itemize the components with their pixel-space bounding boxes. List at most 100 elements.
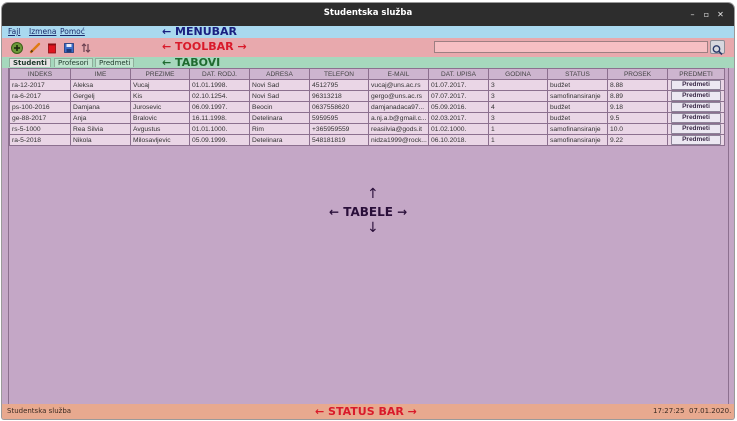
table-cell: 8.89 xyxy=(607,90,668,102)
table-cell: Milosavljevic xyxy=(130,134,190,146)
table-cell: 01.07.2017. xyxy=(428,79,489,91)
table-cell: 4512795 xyxy=(309,79,369,91)
predmeti-button[interactable]: Predmeti xyxy=(671,80,721,90)
table-cell: ra-5-2018 xyxy=(9,134,71,146)
table-cell: Rea Silvia xyxy=(70,123,131,135)
table-cell: samofinansiranje xyxy=(547,90,608,102)
table-cell: samofinansiranje xyxy=(547,123,608,135)
table-cell: Predmeti xyxy=(667,123,725,135)
table-cell: 8.88 xyxy=(607,79,668,91)
table-row[interactable]: ge-88-2017 Anja Bralovic 16.11.1998. Det… xyxy=(9,112,725,124)
predmeti-button[interactable]: Predmeti xyxy=(671,113,721,123)
title-bar[interactable]: Studentska služba – ▫ ✕ xyxy=(2,3,734,26)
predmeti-button[interactable]: Predmeti xyxy=(671,91,721,101)
table-cell: Gergelj xyxy=(70,90,131,102)
column-header[interactable]: E-MAIL xyxy=(368,68,429,80)
column-header[interactable]: DAT. RODJ. xyxy=(189,68,250,80)
table-cell: budžet xyxy=(547,112,608,124)
table-cell: Detelinara xyxy=(249,134,310,146)
table-cell: gergo@uns.ac.rs xyxy=(368,90,429,102)
menubar: Fajl Izmena Pomoć ← MENUBAR xyxy=(2,26,734,38)
close-icon[interactable]: ✕ xyxy=(716,10,725,19)
table-cell: 3 xyxy=(488,90,548,102)
table-cell: 1 xyxy=(488,134,548,146)
column-header[interactable]: ADRESA xyxy=(249,68,310,80)
table-cell: 01.02.1000. xyxy=(428,123,489,135)
table-cell: 06.09.1997. xyxy=(189,101,250,113)
table-row[interactable]: rs-5-1000 Rea Silvia Avgustus 01.01.1000… xyxy=(9,123,725,135)
app-window: Studentska služba – ▫ ✕ Fajl Izmena Pomo… xyxy=(2,3,734,419)
table-row[interactable]: ps-100-2016 Damjana Jurosevic 06.09.1997… xyxy=(9,101,725,113)
search-button[interactable] xyxy=(710,40,725,56)
column-header[interactable]: GODINA xyxy=(488,68,548,80)
save-button[interactable] xyxy=(62,40,76,54)
column-header[interactable]: DAT. UPISA xyxy=(428,68,489,80)
column-header[interactable]: PROSEK xyxy=(607,68,668,80)
column-header[interactable]: INDEKS xyxy=(9,68,71,80)
table-cell: +365959559 xyxy=(309,123,369,135)
table-cell: Rim xyxy=(249,123,310,135)
table-cell: rs-5-1000 xyxy=(9,123,71,135)
predmeti-button[interactable]: Predmeti xyxy=(671,124,721,134)
status-bar: Studentska služba ← STATUS BAR → 17:27:2… xyxy=(2,404,734,419)
table-cell: 07.07.2017. xyxy=(428,90,489,102)
table-cell: ra-6-2017 xyxy=(9,90,71,102)
table-cell: samofinansiranje xyxy=(547,134,608,146)
statusbar-annotation: ← STATUS BAR → xyxy=(315,405,417,418)
table-cell: 02.10.1254. xyxy=(189,90,250,102)
table-cell: Avgustus xyxy=(130,123,190,135)
tab-predmeti[interactable]: Predmeti xyxy=(95,58,135,67)
tab-studenti[interactable]: Studenti xyxy=(9,58,51,67)
status-date: 07.01.2020. xyxy=(689,407,732,415)
table-cell: Anja xyxy=(70,112,131,124)
table-cell: a.nj.a.b@gmail.c... xyxy=(368,112,429,124)
table-cell: 16.11.1998. xyxy=(189,112,250,124)
table-cell: Novi Sad xyxy=(249,90,310,102)
sort-icon xyxy=(81,43,91,53)
table-cell: Aleksa xyxy=(70,79,131,91)
table-cell: vucaj@uns.ac.rs xyxy=(368,79,429,91)
tabs-annotation: ← TABOVI xyxy=(162,56,221,69)
students-table-area: INDEKS IME PREZIME DAT. RODJ. ADRESA TEL… xyxy=(8,68,729,404)
maximize-icon[interactable]: ▫ xyxy=(702,10,711,19)
edit-button[interactable] xyxy=(28,40,42,54)
column-header[interactable]: STATUS xyxy=(547,68,608,80)
table-cell: ra-12-2017 xyxy=(9,79,71,91)
table-cell: 06.10.2018. xyxy=(428,134,489,146)
table-cell: 5959595 xyxy=(309,112,369,124)
search-input[interactable] xyxy=(434,41,708,53)
table-cell: 4 xyxy=(488,101,548,113)
column-header[interactable]: PREDMETI xyxy=(667,68,725,80)
column-header[interactable]: PREZIME xyxy=(130,68,190,80)
delete-button[interactable] xyxy=(45,40,59,54)
minimize-icon[interactable]: – xyxy=(688,10,697,19)
table-cell: Kis xyxy=(130,90,190,102)
menu-pomoc[interactable]: Pomoć xyxy=(60,27,85,36)
table-cell: 9.5 xyxy=(607,112,668,124)
save-icon xyxy=(64,43,74,53)
toolbar: ← TOOLBAR → xyxy=(2,38,734,57)
predmeti-button[interactable]: Predmeti xyxy=(671,102,721,112)
tab-profesori[interactable]: Profesori xyxy=(54,58,93,67)
menu-izmena[interactable]: Izmena xyxy=(29,27,56,36)
table-cell: Predmeti xyxy=(667,79,725,91)
column-header[interactable]: IME xyxy=(70,68,131,80)
table-row[interactable]: ra-5-2018 Nikola Milosavljevic 05.09.199… xyxy=(9,134,725,146)
table-cell: Novi Sad xyxy=(249,79,310,91)
edit-icon xyxy=(29,42,41,54)
table-row[interactable]: ra-12-2017 Aleksa Vucaj 01.01.1998. Novi… xyxy=(9,79,725,91)
sort-button[interactable] xyxy=(79,40,93,54)
table-cell: Jurosevic xyxy=(130,101,190,113)
table-row[interactable]: ra-6-2017 Gergelj Kis 02.10.1254. Novi S… xyxy=(9,90,725,102)
add-button[interactable] xyxy=(10,40,24,54)
students-table: INDEKS IME PREZIME DAT. RODJ. ADRESA TEL… xyxy=(9,68,725,146)
predmeti-button[interactable]: Predmeti xyxy=(671,135,721,145)
table-cell: ps-100-2016 xyxy=(9,101,71,113)
table-cell: ge-88-2017 xyxy=(9,112,71,124)
table-cell: 05.09.2016. xyxy=(428,101,489,113)
table-cell: Nikola xyxy=(70,134,131,146)
table-cell: 9.22 xyxy=(607,134,668,146)
table-cell: reasilvia@gods.it xyxy=(368,123,429,135)
menu-fajl[interactable]: Fajl xyxy=(8,27,20,36)
column-header[interactable]: TELEFON xyxy=(309,68,369,80)
